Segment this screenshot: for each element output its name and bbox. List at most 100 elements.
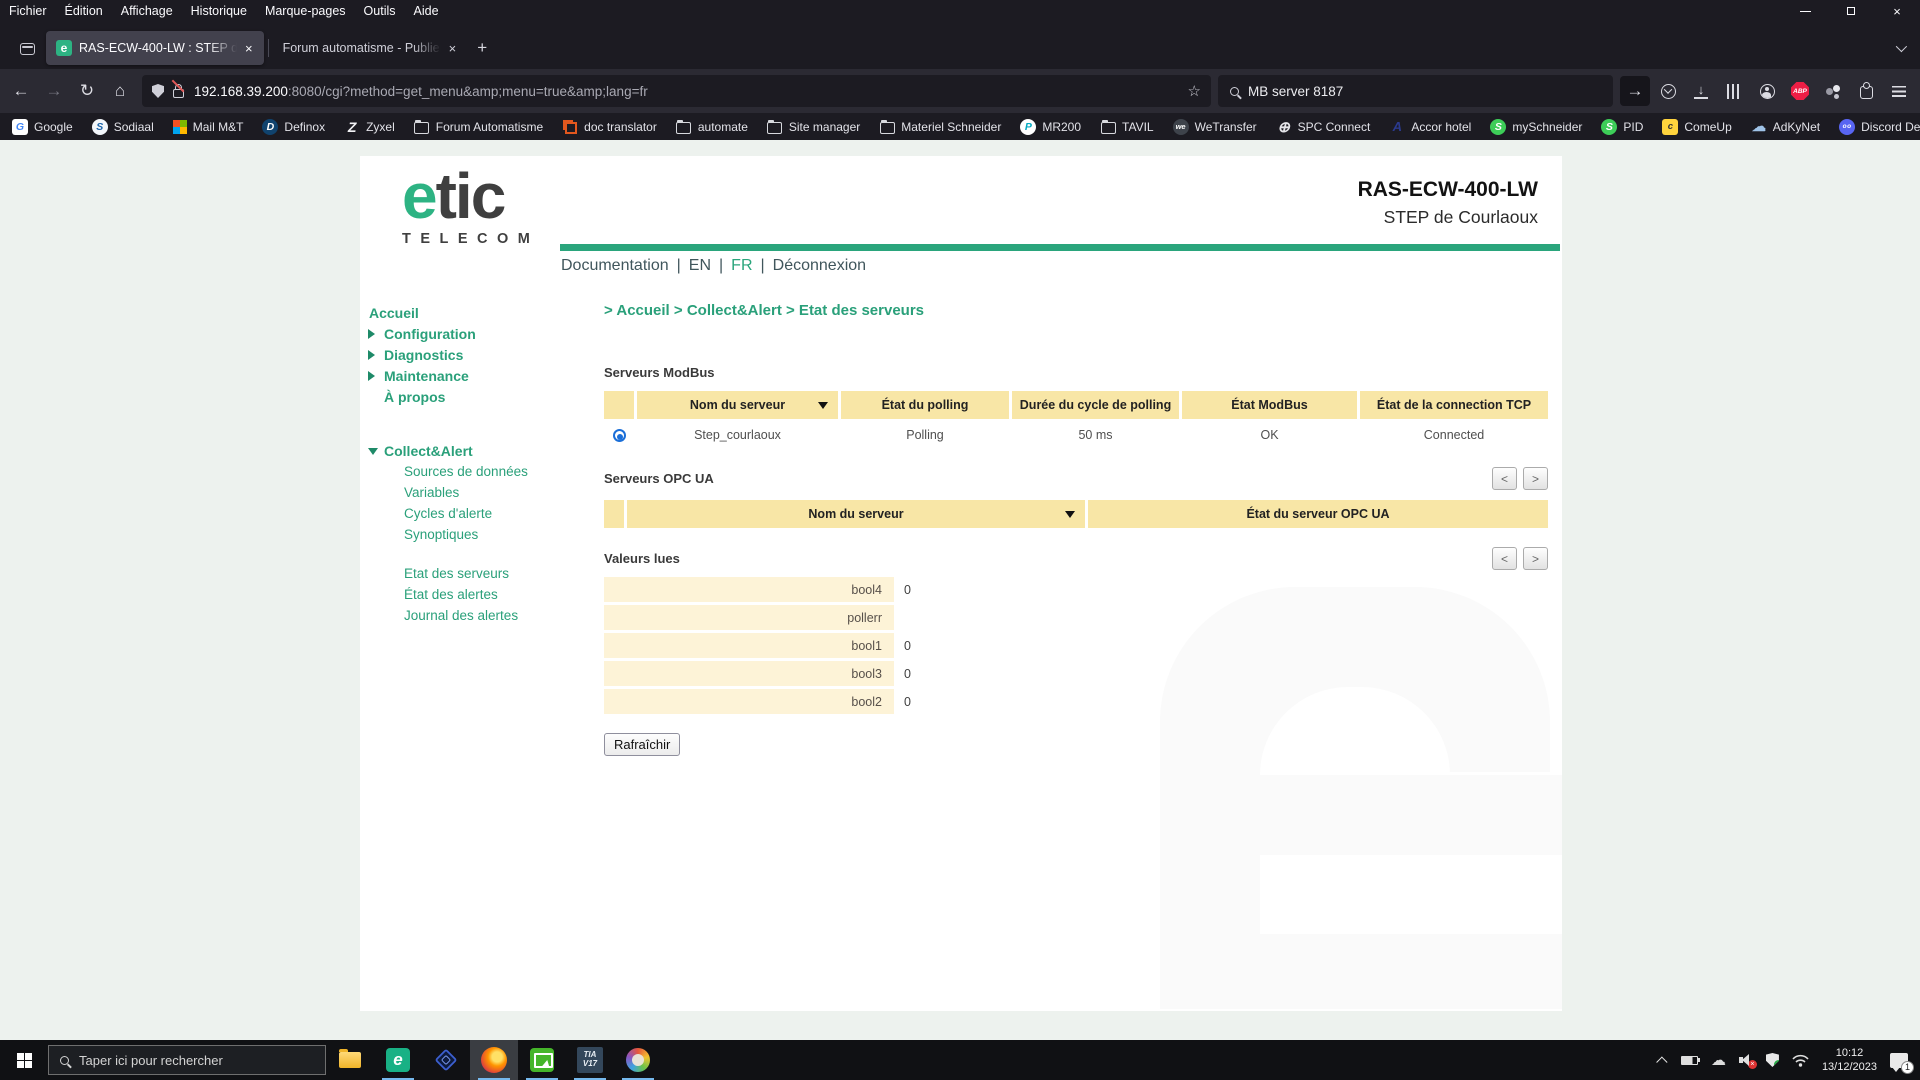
menu-historique[interactable]: Historique bbox=[182, 0, 256, 22]
prev-page-button[interactable]: < bbox=[1492, 467, 1517, 490]
sidebar-item-configuration[interactable]: Configuration bbox=[368, 323, 578, 344]
next-page-button[interactable]: > bbox=[1523, 547, 1548, 570]
tab-close-icon[interactable]: × bbox=[448, 41, 458, 56]
app-menu-button[interactable] bbox=[1884, 76, 1914, 106]
bookmark-zyxel[interactable]: Zyxel bbox=[344, 119, 395, 135]
adblock-extension-button[interactable]: ABP bbox=[1785, 76, 1815, 106]
bookmark-sodiaal[interactable]: Sodiaal bbox=[92, 119, 154, 135]
menu-affichage[interactable]: Affichage bbox=[112, 0, 182, 22]
extensions-button[interactable] bbox=[1851, 76, 1881, 106]
go-arrow-button[interactable]: → bbox=[1620, 76, 1650, 106]
palette-icon bbox=[626, 1048, 650, 1072]
sidebar-item-variables[interactable]: Variables bbox=[368, 482, 578, 503]
pocket-button[interactable] bbox=[1653, 76, 1683, 106]
link-documentation[interactable]: Documentation bbox=[561, 257, 669, 275]
column-nom-du-serveur[interactable]: Nom du serveur bbox=[637, 391, 838, 419]
new-tab-button[interactable]: + bbox=[467, 33, 497, 63]
taskbar-tia-portal[interactable]: TIAV17 bbox=[566, 1040, 614, 1080]
column-nom-du-serveur[interactable]: Nom du serveur bbox=[627, 500, 1085, 528]
sidebar-item-maintenance[interactable]: Maintenance bbox=[368, 365, 578, 386]
bookmark-adkynet[interactable]: AdKyNet bbox=[1751, 119, 1820, 135]
list-all-tabs-button[interactable] bbox=[1886, 34, 1914, 62]
extension-button[interactable] bbox=[1818, 76, 1848, 106]
bookmark-star-icon[interactable]: ☆ bbox=[1180, 82, 1201, 100]
battery-icon[interactable] bbox=[1681, 1056, 1698, 1065]
url-bar[interactable]: 192.168.39.200:8080/cgi?method=get_menu&… bbox=[142, 75, 1211, 107]
bookmark-comeup[interactable]: ComeUp bbox=[1662, 119, 1731, 135]
sidebar-item-synoptiques[interactable]: Synoptiques bbox=[368, 524, 578, 545]
radio-selected[interactable] bbox=[613, 429, 626, 442]
bookmark-doc-translator[interactable]: doc translator bbox=[562, 119, 657, 135]
library-button[interactable] bbox=[1719, 76, 1749, 106]
close-button[interactable]: × bbox=[1874, 0, 1920, 22]
menu-outils[interactable]: Outils bbox=[355, 0, 405, 22]
minimize-button[interactable] bbox=[1782, 0, 1828, 22]
link-fr[interactable]: FR bbox=[731, 257, 752, 275]
bookmark-google[interactable]: Google bbox=[12, 119, 73, 135]
sidebar-item-a-propos[interactable]: À propos bbox=[368, 386, 578, 407]
sidebar-item-collect-alert[interactable]: Collect&Alert bbox=[368, 440, 578, 461]
bookmark-myschneider[interactable]: mySchneider bbox=[1490, 119, 1582, 135]
insecure-lock-icon[interactable] bbox=[173, 89, 184, 98]
account-button[interactable] bbox=[1752, 76, 1782, 106]
reload-button[interactable]: ↻ bbox=[72, 76, 102, 106]
notification-center-icon[interactable]: 1 bbox=[1890, 1053, 1908, 1068]
link-en[interactable]: EN bbox=[689, 257, 711, 275]
menu-marque-pages[interactable]: Marque-pages bbox=[256, 0, 355, 22]
bookmark-pid[interactable]: PID bbox=[1601, 119, 1643, 135]
refresh-button[interactable]: Rafraîchir bbox=[604, 733, 680, 756]
menu-edition[interactable]: Édition bbox=[56, 0, 112, 22]
taskbar-paint-app[interactable] bbox=[614, 1040, 662, 1080]
bookmark-accor-hotel[interactable]: Accor hotel bbox=[1389, 119, 1471, 135]
bookmark-spc-connect[interactable]: SPC Connect bbox=[1276, 119, 1371, 135]
tray-expand-chevron-icon[interactable] bbox=[1656, 1056, 1667, 1067]
start-button[interactable] bbox=[0, 1040, 48, 1080]
tracking-shield-icon[interactable] bbox=[152, 84, 164, 98]
bookmark-automate[interactable]: automate bbox=[676, 119, 748, 135]
forward-button[interactable]: → bbox=[39, 76, 69, 106]
back-button[interactable]: ← bbox=[6, 76, 36, 106]
menu-aide[interactable]: Aide bbox=[405, 0, 448, 22]
sidebar-item-etat-des-alertes[interactable]: État des alertes bbox=[368, 584, 578, 605]
search-input[interactable]: MB server 8187 bbox=[1248, 84, 1343, 99]
bookmark-mr200[interactable]: MR200 bbox=[1020, 119, 1081, 135]
taskbar-search[interactable]: Taper ici pour rechercher bbox=[48, 1045, 326, 1075]
tab-active[interactable]: e RAS-ECW-400-LW : STEP de Cou × bbox=[46, 31, 264, 65]
taskbar-virtualbox[interactable] bbox=[422, 1040, 470, 1080]
security-shield-icon[interactable]: ✓ bbox=[1766, 1053, 1779, 1067]
next-page-button[interactable]: > bbox=[1523, 467, 1548, 490]
firefox-view-button[interactable] bbox=[12, 34, 42, 64]
menu-fichier[interactable]: Fichier bbox=[0, 0, 56, 22]
tab-close-icon[interactable]: × bbox=[244, 41, 254, 56]
restore-button[interactable] bbox=[1828, 0, 1874, 22]
sidebar-item-sources-de-donnees[interactable]: Sources de données bbox=[368, 461, 578, 482]
bookmark-forum-automatisme[interactable]: Forum Automatisme bbox=[414, 119, 543, 135]
taskbar-etic-app[interactable]: e bbox=[374, 1040, 422, 1080]
sidebar-item-cycles-alerte[interactable]: Cycles d'alerte bbox=[368, 503, 578, 524]
prev-page-button[interactable]: < bbox=[1492, 547, 1517, 570]
sidebar-item-etat-des-serveurs[interactable]: Etat des serveurs bbox=[368, 563, 578, 584]
speaker-muted-icon[interactable]: × bbox=[1739, 1054, 1753, 1066]
onedrive-cloud-icon[interactable]: ☁ bbox=[1711, 1053, 1726, 1068]
taskbar-remote-screen[interactable] bbox=[518, 1040, 566, 1080]
wifi-icon[interactable] bbox=[1792, 1053, 1809, 1067]
search-bar[interactable]: MB server 8187 bbox=[1218, 75, 1613, 107]
bookmark-mail-mt[interactable]: Mail M&T bbox=[173, 120, 244, 134]
sidebar-item-journal-des-alertes[interactable]: Journal des alertes bbox=[368, 605, 578, 626]
bookmark-materiel-schneider[interactable]: Materiel Schneider bbox=[879, 119, 1001, 135]
bookmark-discord-dev[interactable]: Discord Dev bbox=[1839, 119, 1920, 135]
sidebar-item-accueil[interactable]: Accueil bbox=[368, 302, 578, 323]
bookmark-definox[interactable]: Definox bbox=[262, 119, 325, 135]
bookmark-wetransfer[interactable]: WeTransfer bbox=[1173, 119, 1257, 135]
bookmark-site-manager[interactable]: Site manager bbox=[767, 119, 860, 135]
tab-inactive[interactable]: Forum automatisme - Publier un no × bbox=[273, 31, 468, 65]
bookmark-tavil[interactable]: TAVIL bbox=[1100, 119, 1154, 135]
downloads-button[interactable]: ↓ bbox=[1686, 76, 1716, 106]
home-button[interactable]: ⌂ bbox=[105, 76, 135, 106]
abp-icon: ABP bbox=[1791, 82, 1809, 100]
taskbar-file-explorer[interactable] bbox=[326, 1040, 374, 1080]
sidebar-item-diagnostics[interactable]: Diagnostics bbox=[368, 344, 578, 365]
clock[interactable]: 10:12 13/12/2023 bbox=[1822, 1046, 1877, 1074]
link-deconnexion[interactable]: Déconnexion bbox=[773, 257, 866, 275]
taskbar-firefox[interactable] bbox=[470, 1040, 518, 1080]
